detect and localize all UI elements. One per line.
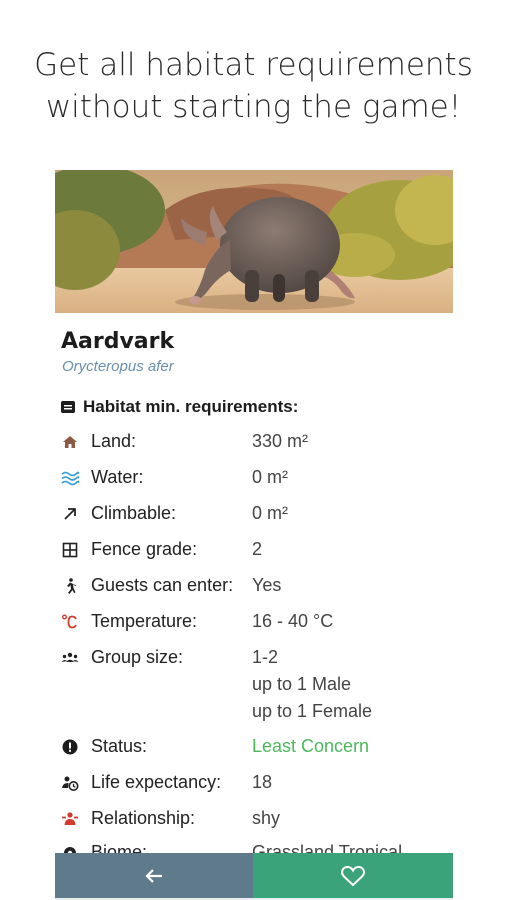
group-size-label: Group size: [91,647,184,667]
temperature-label: Temperature: [91,611,198,631]
req-row-guests-can-enter: Guests can enter: Yes [61,575,453,605]
life-expectancy-value: 18 [252,772,273,792]
running-person-icon [67,578,77,594]
fence-grade-label: Fence grade: [91,539,198,559]
promo-headline: Get all habitat requirements without sta… [0,44,507,128]
heart-outline-icon [341,865,365,887]
relationship-label: Relationship: [91,808,196,828]
req-row-status: Status: Least Concern [61,736,453,766]
relationship-value: shy [252,808,281,828]
status-value: Least Concern [252,736,370,756]
fence-grade-value: 2 [252,539,263,559]
climbable-value: 0 m² [252,503,288,523]
water-value: 0 m² [252,467,288,487]
req-row-relationship: Relationship: shy [61,808,453,838]
back-button[interactable] [55,853,253,899]
req-row-water: Water: 0 m² [61,467,453,497]
req-row-climbable: Climbable: 0 m² [61,503,453,533]
group-size-range: 1-2 [252,647,279,667]
req-row-fence-grade: Fence grade: 2 [61,539,453,569]
water-label: Water: [91,467,144,487]
guests-can-enter-value: Yes [252,575,282,595]
group-size-female: up to 1 Female [252,701,373,721]
water-waves-icon [61,471,79,486]
life-expectancy-icon [62,776,79,791]
status-label: Status: [91,736,148,756]
list-card-icon [61,401,75,413]
climbable-label: Climbable: [91,503,177,523]
fence-grid-icon [62,542,78,558]
arrow-left-icon [145,869,162,883]
guests-can-enter-label: Guests can enter: [91,575,234,595]
life-expectancy-label: Life expectancy: [91,772,222,792]
relationship-icon [62,812,78,825]
climb-arrow-icon [64,508,76,520]
temperature-icon [62,614,77,629]
bottom-action-bar [55,853,453,899]
req-row-life-expectancy: Life expectancy: 18 [61,772,453,802]
req-row-land: Land: 330 m² [61,431,453,461]
land-label: Land: [91,431,137,451]
requirements-title: Habitat min. requirements: [83,397,299,416]
home-icon [63,436,77,448]
req-row-temperature: Temperature: 16 - 40 °C [61,611,453,641]
animal-name: Aardvark [61,329,175,354]
favorite-button[interactable] [253,853,453,899]
land-value: 330 m² [252,431,309,451]
temperature-value: 16 - 40 °C [252,611,334,631]
promo-headline-line-2: without starting the game! [45,89,462,125]
alert-circle-icon [62,739,78,755]
animal-hero-image [55,170,453,313]
group-size-male: up to 1 Male [252,674,352,694]
scientific-name: Orycteropus afer [62,358,174,375]
req-row-group-size: Group size: 1-2 up to 1 Male up to 1 Fem… [61,647,453,731]
group-icon [61,652,79,662]
requirements-heading: Habitat min. requirements: [61,397,298,417]
promo-headline-line-1: Get all habitat requirements [34,47,473,83]
group-size-value: 1-2 up to 1 Male up to 1 Female [252,644,372,725]
